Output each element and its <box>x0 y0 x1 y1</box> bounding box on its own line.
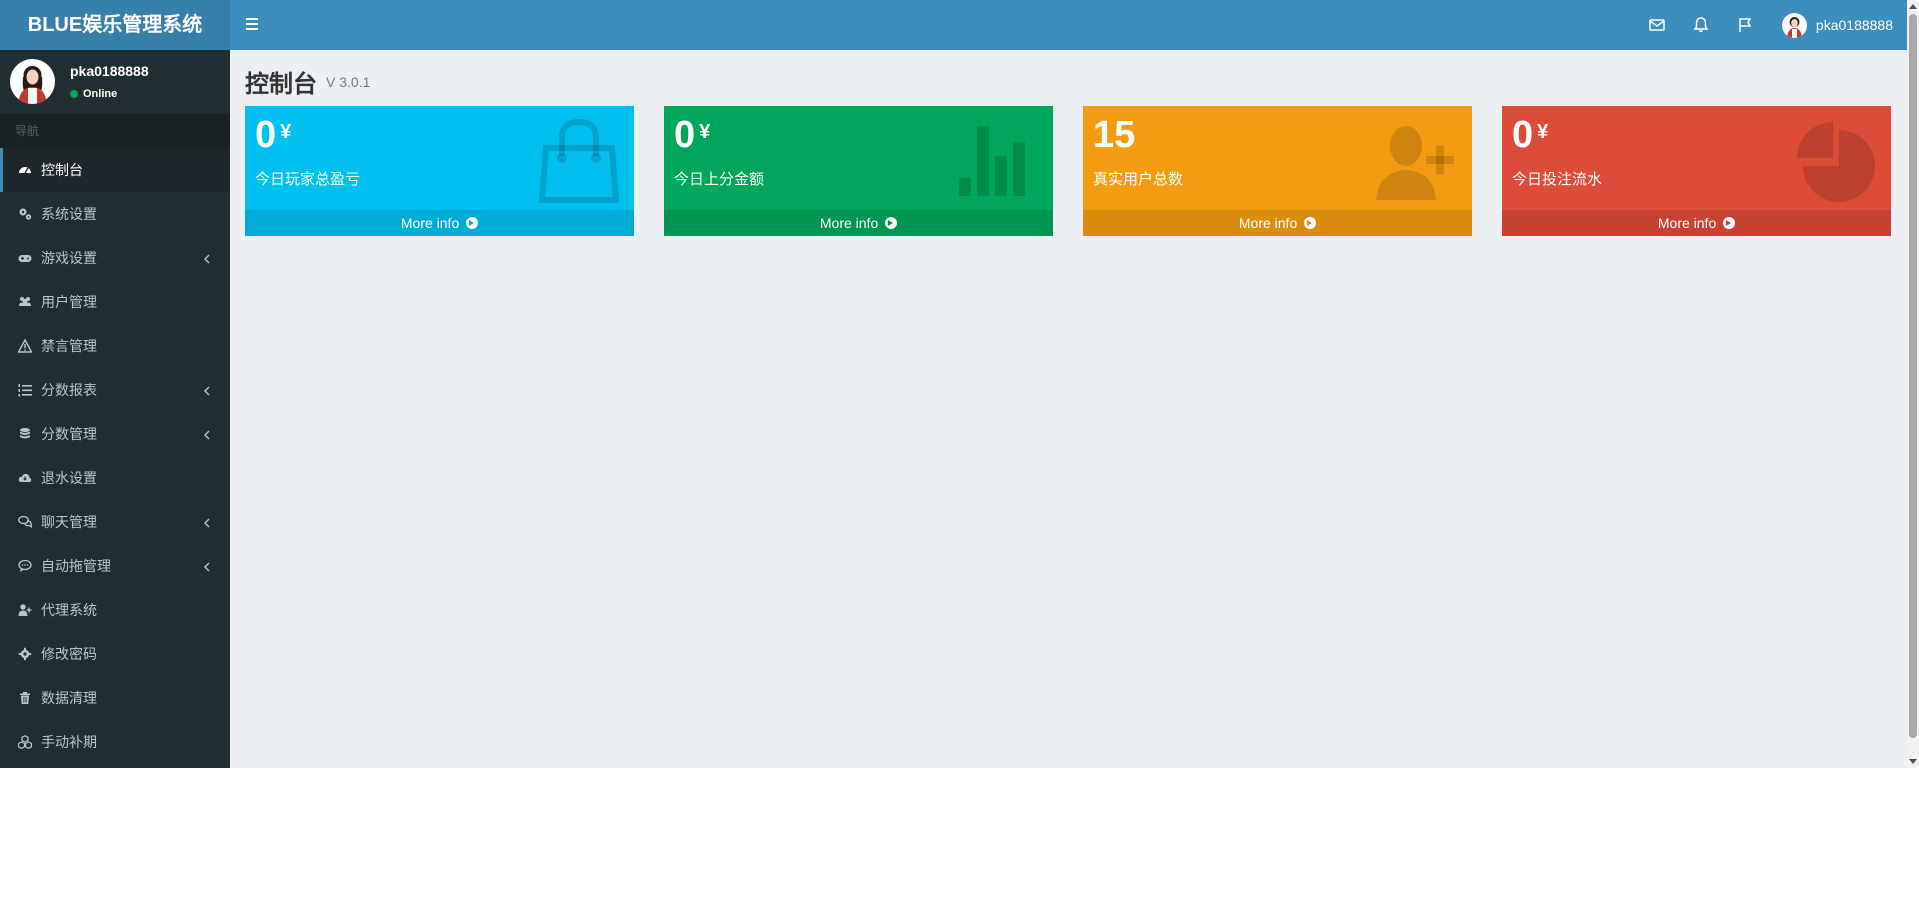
user-status: Online <box>70 88 117 100</box>
user-name: pka0188888 <box>1815 17 1893 33</box>
app-root: BLUE娱乐管理系统 pka0188888 pka0188888 Online … <box>0 0 1919 768</box>
more-info-link[interactable]: More info <box>664 210 1053 236</box>
chevron-left-icon <box>202 560 212 572</box>
warning-icon <box>17 338 33 354</box>
sidebar-item-label: 游戏设置 <box>41 250 97 266</box>
arrow-circle-right-icon <box>885 217 898 229</box>
sidebar-item-label: 手动补期 <box>41 734 97 750</box>
stat-box-users: 15 真实用户总数 More info <box>1083 106 1472 236</box>
sidebar-item-label: 聊天管理 <box>41 514 97 530</box>
chevron-left-icon <box>202 384 212 396</box>
top-navbar: pka0188888 <box>230 0 1907 50</box>
user-avatar <box>1781 12 1807 38</box>
more-info-link[interactable]: More info <box>1083 210 1472 236</box>
arrow-circle-right-icon <box>466 217 479 229</box>
sidebar-item-8[interactable]: 聊天管理 <box>0 500 230 544</box>
users-icon <box>17 294 33 310</box>
stat-value: 0 ¥ <box>255 114 292 156</box>
bell-icon[interactable] <box>1691 15 1711 35</box>
sidebar-item-5[interactable]: 分数报表 <box>0 368 230 412</box>
sidebar-item-label: 修改密码 <box>41 646 97 662</box>
page-version: V 3.0.1 <box>326 74 371 90</box>
scroll-down-icon[interactable] <box>1909 759 1917 764</box>
sidebar-item-13[interactable]: 手动补期 <box>0 720 230 764</box>
sidebar-item-1[interactable]: 系统设置 <box>0 192 230 236</box>
online-dot-icon <box>70 90 78 98</box>
cloud-download-icon <box>17 470 33 486</box>
sidebar-item-label: 系统设置 <box>41 206 97 222</box>
sidebar-item-7[interactable]: 退水设置 <box>0 456 230 500</box>
sidebar-item-label: 用户管理 <box>41 294 97 310</box>
stat-label: 今日上分金额 <box>674 171 765 188</box>
trash-icon <box>17 690 33 706</box>
sidebar-item-label: 退水设置 <box>41 470 97 486</box>
sidebar-item-10[interactable]: 代理系统 <box>0 588 230 632</box>
dashboard-icon <box>17 162 33 178</box>
main-content: 控制台 V 3.0.1 0 ¥ 今日玩家总盈亏 More info 0 ¥ 今日上分… <box>230 50 1907 768</box>
database-icon <box>17 426 33 442</box>
more-info-link[interactable]: More info <box>245 210 634 236</box>
comments-icon <box>17 514 33 530</box>
scroll-up-icon[interactable] <box>1909 4 1917 9</box>
bar-chart-icon <box>959 126 1025 196</box>
sidebar-item-0[interactable]: 控制台 <box>0 148 230 192</box>
cubes-icon <box>17 734 33 750</box>
app-logo[interactable]: BLUE娱乐管理系统 <box>0 0 230 50</box>
pie-chart-icon <box>1797 122 1875 202</box>
stat-label: 今日投注流水 <box>1512 171 1603 188</box>
cog-icon <box>17 646 33 662</box>
sidebar-item-3[interactable]: 用户管理 <box>0 280 230 324</box>
more-info-link[interactable]: More info <box>1502 210 1891 236</box>
sidebar-item-6[interactable]: 分数管理 <box>0 412 230 456</box>
page-scrollbar[interactable] <box>1907 0 1919 768</box>
gears-icon <box>17 206 33 222</box>
sidebar-toggle-icon[interactable] <box>244 15 264 35</box>
list-ol-icon <box>17 382 33 398</box>
user-plus-icon <box>1376 126 1454 200</box>
gamepad-icon <box>17 250 33 266</box>
user-panel: pka0188888 Online <box>0 50 230 114</box>
sidebar-item-label: 禁言管理 <box>41 338 97 354</box>
chevron-left-icon <box>202 252 212 264</box>
scroll-thumb[interactable] <box>1909 14 1917 738</box>
shopping-bag-icon <box>538 118 620 203</box>
envelope-icon[interactable] <box>1647 15 1667 35</box>
page-title: 控制台 <box>245 71 317 98</box>
chevron-left-icon <box>202 516 212 528</box>
arrow-circle-right-icon <box>1723 217 1736 229</box>
stat-value: 0 ¥ <box>674 114 711 156</box>
stat-label: 今日玩家总盈亏 <box>255 171 361 188</box>
sidebar-item-label: 自动拖管理 <box>41 558 111 574</box>
stat-label: 真实用户总数 <box>1093 171 1184 188</box>
sidebar-item-2[interactable]: 游戏设置 <box>0 236 230 280</box>
user-name: pka0188888 <box>70 63 149 79</box>
commenting-icon <box>17 558 33 574</box>
sidebar: pka0188888 Online 导航 控制台系统设置游戏设置用户管理禁言管理… <box>0 50 230 768</box>
sidebar-item-label: 代理系统 <box>41 602 97 618</box>
user-menu[interactable]: pka0188888 <box>1781 12 1893 38</box>
user-status-text: Online <box>83 88 118 100</box>
sidebar-item-label: 控制台 <box>41 162 83 178</box>
stat-box-deposit: 0 ¥ 今日上分金额 More info <box>664 106 1053 236</box>
sidebar-item-12[interactable]: 数据清理 <box>0 676 230 720</box>
stat-value: 15 <box>1093 114 1136 156</box>
sidebar-item-label: 分数管理 <box>41 426 97 442</box>
sidebar-item-label: 分数报表 <box>41 382 97 398</box>
sidebar-item-9[interactable]: 自动拖管理 <box>0 544 230 588</box>
nav-header: 导航 <box>0 114 230 148</box>
stat-box-profit: 0 ¥ 今日玩家总盈亏 More info <box>245 106 634 236</box>
flag-icon[interactable] <box>1735 15 1755 35</box>
stat-box-turnover: 0 ¥ 今日投注流水 More info <box>1502 106 1891 236</box>
stat-value: 0 ¥ <box>1512 114 1549 156</box>
sidebar-item-4[interactable]: 禁言管理 <box>0 324 230 368</box>
user-avatar <box>10 59 55 104</box>
chevron-left-icon <box>202 428 212 440</box>
user-plus-icon <box>17 602 33 618</box>
sidebar-item-11[interactable]: 修改密码 <box>0 632 230 676</box>
arrow-circle-right-icon <box>1304 217 1317 229</box>
sidebar-item-label: 数据清理 <box>41 690 97 706</box>
sidebar-menu: 控制台系统设置游戏设置用户管理禁言管理分数报表分数管理退水设置聊天管理自动拖管理… <box>0 148 230 764</box>
